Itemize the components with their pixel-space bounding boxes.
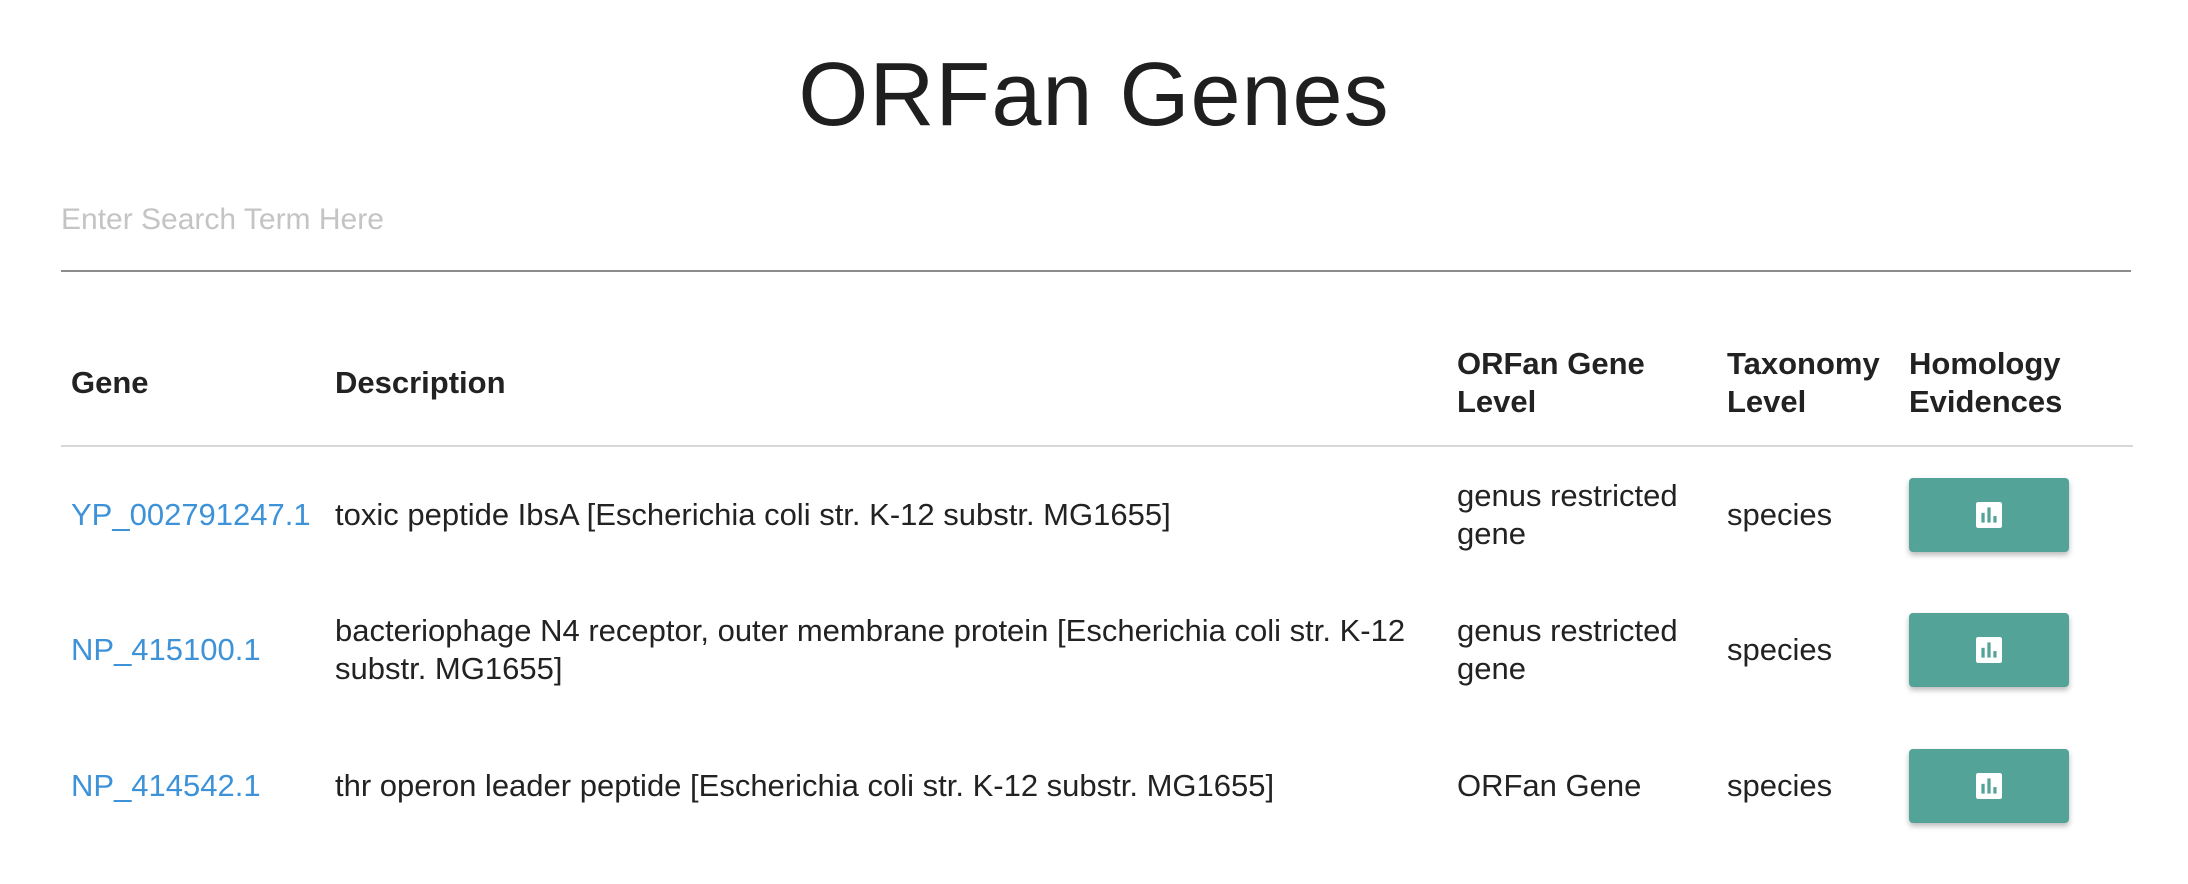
taxonomy-level-cell: species — [1727, 496, 1833, 532]
bar-chart-icon — [1976, 773, 2002, 799]
homology-evidence-button[interactable] — [1909, 477, 2069, 552]
gene-link[interactable]: YP_002791247.1 — [71, 497, 311, 532]
table-row: NP_415100.1 bacteriophage N4 receptor, o… — [61, 582, 2133, 718]
gene-cell: NP_414542.1 — [61, 718, 325, 854]
search-field — [61, 190, 2131, 272]
search-input[interactable] — [61, 190, 2131, 250]
orfan-level-cell: ORFan Gene — [1457, 768, 1642, 803]
homology-cell — [1899, 446, 2133, 582]
table-row: NP_414542.1 thr operon leader peptide [E… — [61, 718, 2133, 854]
gene-link[interactable]: NP_414542.1 — [71, 768, 261, 803]
gene-cell: YP_002791247.1 — [61, 446, 325, 582]
gene-cell: NP_415100.1 — [61, 582, 325, 718]
column-header-gene: Gene — [61, 320, 325, 447]
homology-evidence-button[interactable] — [1909, 749, 2069, 823]
homology-cell — [1899, 582, 2133, 718]
bar-chart-icon — [1976, 637, 2002, 663]
page: ORFan Genes Gene Description ORFan GeneL… — [0, 0, 2188, 884]
taxonomy-level-cell: species — [1727, 632, 1833, 667]
taxonomy-level-cell: species — [1727, 768, 1833, 803]
column-header-taxonomy-level: Taxonomy Level — [1717, 320, 1899, 447]
column-header-orfan-level: ORFan Gene Level — [1447, 320, 1717, 447]
description-cell: thr operon leader peptide [Escherichia c… — [335, 768, 1275, 803]
table-row: YP_002791247.1 toxic peptide IbsA [Esche… — [61, 446, 2133, 582]
homology-evidence-button[interactable] — [1909, 613, 2069, 687]
description-cell: bacteriophage N4 receptor, outer membran… — [335, 613, 1406, 686]
description-cell: toxic peptide IbsA [Escherichia coli str… — [335, 496, 1171, 532]
column-header-description: Description — [325, 320, 1447, 447]
homology-cell — [1899, 718, 2133, 854]
orfan-level-cell: genus restricted gene — [1457, 613, 1678, 686]
bar-chart-icon — [1976, 501, 2002, 528]
column-header-homology-evidences: Homology Evidences — [1899, 320, 2133, 447]
gene-table: Gene Description ORFan Gene Level Taxonom… — [61, 320, 2133, 854]
table-header-row: Gene Description ORFan Gene Level Taxonom… — [61, 320, 2133, 447]
page-title: ORFan Genes — [798, 45, 1390, 145]
gene-link[interactable]: NP_415100.1 — [71, 632, 261, 667]
orfan-level-cell: genus restricted gene — [1457, 477, 1678, 551]
